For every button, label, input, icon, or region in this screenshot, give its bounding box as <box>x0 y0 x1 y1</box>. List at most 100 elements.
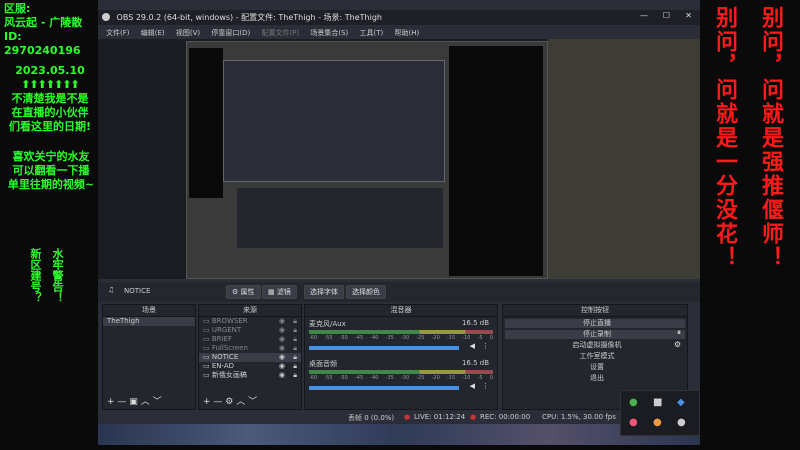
lock-icon[interactable]: 🔒︎ <box>293 326 297 335</box>
menu-file[interactable]: 文件(F) <box>106 29 130 37</box>
source-item[interactable]: ▭ BRIEF ◉ 🔒︎ <box>199 335 301 344</box>
source-item[interactable]: ▭ FullScreen ◉ 🔒︎ <box>199 344 301 353</box>
menu-bar: 文件(F) 编辑(E) 视图(V) 停靠窗口(D) 配置文件(P) 场景集合(S… <box>98 25 700 39</box>
minimize-button[interactable]: — <box>640 11 648 20</box>
lock-icon[interactable]: 🔒︎ <box>293 371 297 380</box>
source-item[interactable]: ▭ BROWSER ◉ 🔒︎ <box>199 317 301 326</box>
scenes-dock: 场景 TheThigh + — ▣ ︿ ﹀ <box>102 304 196 410</box>
title-bar: OBS 29.0.2 (64-bit, windows) - 配置文件: The… <box>98 10 700 25</box>
source-icon: ▭ <box>203 335 212 343</box>
sources-dock: 来源 ▭ BROWSER ◉ 🔒︎ ▭ URGENT ◉ 🔒︎ ▭ BRIEF ◉ 🔒︎ ▭… <box>198 304 302 410</box>
visibility-icon[interactable]: ◉ <box>279 335 285 344</box>
live-indicator-icon: ● <box>404 413 411 421</box>
filters-button[interactable]: ▦ 滤镜 <box>262 285 297 299</box>
speaker-icon[interactable]: ◀ <box>470 342 475 350</box>
scene-item[interactable]: TheThigh <box>103 317 195 326</box>
source-item[interactable]: ▭ URGENT ◉ 🔒︎ <box>199 326 301 335</box>
virtual-camera-button[interactable]: 启动虚拟摄像机 <box>505 341 685 350</box>
studio-mode-button[interactable]: 工作室模式 <box>505 352 685 361</box>
channel-menu-icon[interactable]: ⋮ <box>482 382 489 390</box>
game-icon[interactable]: ● <box>629 417 638 428</box>
visibility-icon[interactable]: ◉ <box>279 344 285 353</box>
selected-source-name: NOTICE <box>124 287 151 295</box>
gear-icon[interactable]: ⚙ <box>674 340 681 349</box>
vertical-tag-1: 水牢警告！ <box>51 248 64 303</box>
sources-toolbar: + — ⚙ ︿ ﹀ <box>203 394 257 407</box>
promo-line-1: 喜欢关宁的水友 <box>12 150 90 163</box>
server-info: 区服: 风云起 - 广陵散 ID: 2970240196 <box>4 2 96 58</box>
close-button[interactable]: ✕ <box>685 11 692 20</box>
properties-button[interactable]: ⚙ 属性 <box>226 285 261 299</box>
source-control-bar: ♫ NOTICE ⚙ 属性 ▦ 滤镜 选择字体 选择颜色 <box>98 282 700 302</box>
channel-name: 桌面音频 <box>309 360 337 368</box>
lock-icon[interactable]: 🔒︎ <box>293 362 297 371</box>
source-icon: ▭ <box>203 317 212 325</box>
source-item[interactable]: ▭ 新俄女画稿 ◉ 🔒︎ <box>199 371 301 380</box>
source-icon: ▭ <box>203 371 212 379</box>
source-item[interactable]: ▭ EN-AD ◉ 🔒︎ <box>199 362 301 371</box>
visibility-icon[interactable]: ◉ <box>279 371 285 380</box>
lock-icon[interactable]: 🔒︎ <box>293 353 297 362</box>
gear-icon[interactable]: ⚙ <box>225 397 233 407</box>
pause-icon[interactable]: ⏸ <box>677 328 681 338</box>
lock-icon[interactable]: 🔒︎ <box>293 317 297 326</box>
mixer-channel-2: 桌面音频 16.5 dB -60 -55 -50 -45 -40 -35 -30 -25 -20… <box>305 359 497 399</box>
app-icon[interactable]: ● <box>677 417 686 428</box>
shield-icon[interactable]: ◆ <box>677 397 685 408</box>
menu-scene-collection[interactable]: 场景集合(S) <box>310 29 348 37</box>
scene-filter-button[interactable]: ▣ <box>129 397 138 407</box>
obs-logo-icon <box>102 13 110 21</box>
select-font-button[interactable]: 选择字体 <box>304 285 344 299</box>
visibility-icon[interactable]: ◉ <box>279 362 285 371</box>
tray-popup: ● ■ ◆ ● ● ● <box>620 390 700 436</box>
menu-profile[interactable]: 配置文件(P) <box>261 29 299 37</box>
menu-view[interactable]: 视图(V) <box>176 29 200 37</box>
level-meter <box>309 330 493 334</box>
volume-slider[interactable] <box>309 346 459 350</box>
vertical-tag-2: 新区建号？ <box>29 248 42 303</box>
settings-button[interactable]: 设置 <box>505 363 685 372</box>
level-meter <box>309 370 493 374</box>
remove-source-button[interactable]: — <box>213 397 222 407</box>
maximize-button[interactable]: ☐ <box>663 11 670 20</box>
move-up-button[interactable]: ︿ <box>141 397 150 407</box>
visibility-icon[interactable]: ◉ <box>279 317 285 326</box>
app-icon[interactable]: ■ <box>653 397 662 408</box>
red-slogan-1: 别问，问就是一分没花！ <box>712 6 737 270</box>
cpu-fps: CPU: 1.5%, 30.00 fps <box>542 413 616 421</box>
stream-date: 2023.05.10 <box>15 64 85 77</box>
move-up-button[interactable]: ︿ <box>236 397 245 407</box>
add-scene-button[interactable]: + <box>107 397 115 407</box>
source-item[interactable]: ▭ NOTICE ◉ 🔒︎ <box>199 353 301 362</box>
visibility-icon[interactable]: ◉ <box>279 353 285 362</box>
move-down-button[interactable]: ﹀ <box>153 397 162 407</box>
stop-recording-button[interactable]: 停止录制 <box>505 330 685 339</box>
move-down-button[interactable]: ﹀ <box>248 397 257 407</box>
channel-menu-icon[interactable]: ⋮ <box>482 342 489 350</box>
menu-edit[interactable]: 编辑(E) <box>141 29 165 37</box>
speaker-icon[interactable]: ◀ <box>470 382 475 390</box>
obs-window: OBS 29.0.2 (64-bit, windows) - 配置文件: The… <box>98 0 700 445</box>
app-icon[interactable]: ● <box>653 417 662 428</box>
arrow-row: ⬆⬆⬆⬆⬆⬆⬆ <box>21 78 80 91</box>
add-source-button[interactable]: + <box>203 397 211 407</box>
source-icon: ▭ <box>203 362 212 370</box>
menu-tools[interactable]: 工具(T) <box>360 29 384 37</box>
wechat-icon[interactable]: ● <box>629 397 638 408</box>
stop-streaming-button[interactable]: 停止直播 <box>505 319 685 328</box>
remove-scene-button[interactable]: — <box>117 397 126 407</box>
volume-slider[interactable] <box>309 386 459 390</box>
preview-canvas[interactable] <box>98 39 700 279</box>
note-line-2: 在直播的小伙伴 <box>11 106 89 119</box>
select-color-button[interactable]: 选择颜色 <box>346 285 386 299</box>
lock-icon[interactable]: 🔒︎ <box>293 344 297 353</box>
menu-help[interactable]: 帮助(H) <box>395 29 420 37</box>
server-label: 区服: <box>4 2 31 15</box>
menu-docks[interactable]: 停靠窗口(D) <box>211 29 250 37</box>
visibility-icon[interactable]: ◉ <box>279 326 285 335</box>
nested-capture <box>223 60 445 182</box>
lock-icon[interactable]: 🔒︎ <box>293 335 297 344</box>
source-icon: ▭ <box>203 353 212 361</box>
mixer-dock: 混音器 麦克风/Aux 16.5 dB -60 -55 -50 -45 -40 -35 -3… <box>304 304 498 410</box>
exit-button[interactable]: 退出 <box>505 374 685 383</box>
